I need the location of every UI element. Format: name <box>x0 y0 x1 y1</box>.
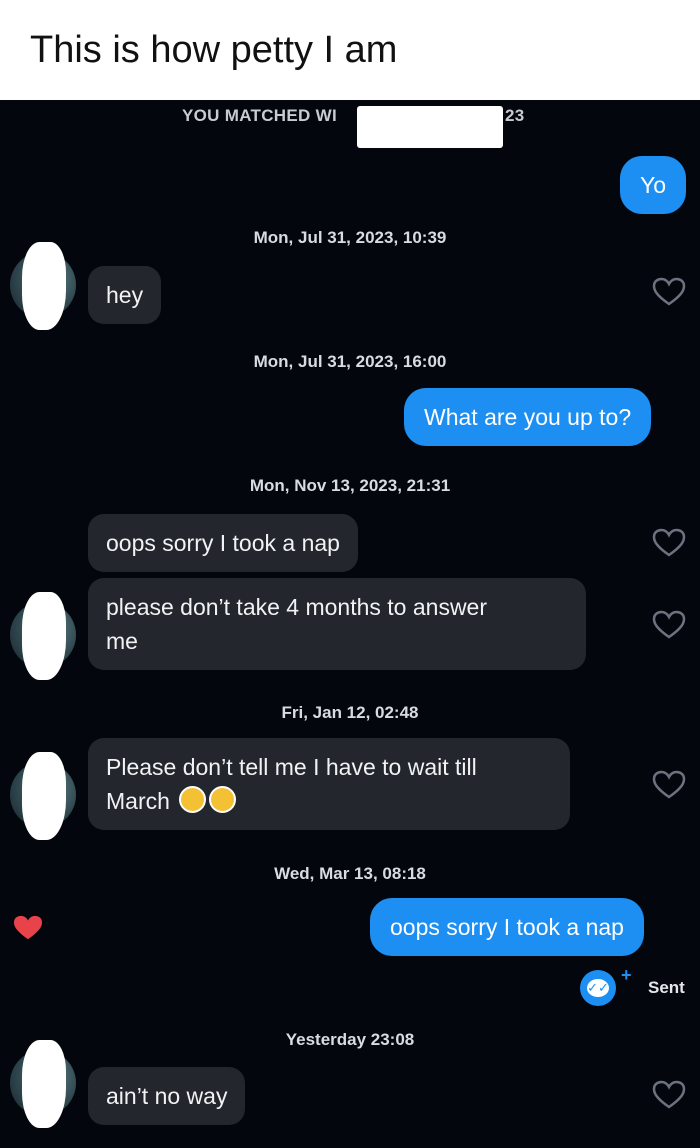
like-heart-icon[interactable] <box>652 277 686 307</box>
sent-status: Sent <box>648 978 685 997</box>
like-heart-icon[interactable] <box>652 610 686 640</box>
crying-face-emoji <box>209 786 237 813</box>
avatar-redaction <box>22 592 66 680</box>
message-line: me <box>106 628 138 654</box>
like-heart-icon[interactable] <box>652 1080 686 1110</box>
timestamp: Mon, Jul 31, 2023, 10:39 <box>253 228 447 247</box>
message-bubble-incoming[interactable]: oops sorry I took a nap <box>88 514 358 572</box>
read-receipt-icon: ✓✓ <box>580 970 616 1006</box>
match-banner-text: YOU MATCHED WI <box>182 106 337 125</box>
avatar[interactable] <box>10 592 76 680</box>
timestamp: Yesterday 23:08 <box>285 1030 415 1049</box>
avatar[interactable] <box>10 242 76 330</box>
message-bubble-incoming[interactable]: please don’t take 4 months to answer me <box>88 578 586 670</box>
redaction-block <box>357 106 503 148</box>
liked-heart-icon[interactable] <box>12 914 44 942</box>
match-banner-tail: 23 <box>505 106 525 125</box>
message-line: please don’t take 4 months to answer <box>106 594 488 620</box>
message-bubble-outgoing[interactable]: What are you up to? <box>404 388 652 446</box>
like-heart-icon[interactable] <box>652 770 686 800</box>
crying-face-emoji <box>179 786 207 813</box>
avatar[interactable] <box>10 1040 76 1128</box>
avatar-redaction <box>22 752 66 840</box>
avatar[interactable] <box>10 752 76 840</box>
avatar-redaction <box>22 242 66 330</box>
timestamp: Mon, Jul 31, 2023, 16:00 <box>253 352 447 371</box>
read-receipt-check: ✓✓ <box>587 979 609 997</box>
timestamp: Mon, Nov 13, 2023, 21:31 <box>249 476 451 495</box>
timestamp: Fri, Jan 12, 02:48 <box>281 703 419 722</box>
like-heart-icon[interactable] <box>652 528 686 558</box>
avatar-redaction <box>22 1040 66 1128</box>
message-bubble-outgoing[interactable]: Yo <box>620 156 687 214</box>
message-bubble-incoming[interactable]: Please don’t tell me I have to wait till… <box>88 738 570 830</box>
message-bubble-outgoing[interactable]: oops sorry I took a nap <box>370 898 644 956</box>
timestamp: Wed, Mar 13, 08:18 <box>274 864 426 883</box>
message-line: Please don’t tell me I have to wait till <box>106 754 477 780</box>
message-line: March <box>106 784 552 818</box>
message-bubble-incoming[interactable]: ain’t no way <box>88 1067 246 1125</box>
message-bubble-incoming[interactable]: hey <box>88 266 162 324</box>
post-caption: This is how petty I am <box>0 0 700 100</box>
plus-icon: + <box>621 965 632 985</box>
chat-screen: YOU MATCHED WI 23 Yo Mon, Jul 31, 2023, … <box>0 100 700 1148</box>
message-line-text: March <box>106 788 170 814</box>
